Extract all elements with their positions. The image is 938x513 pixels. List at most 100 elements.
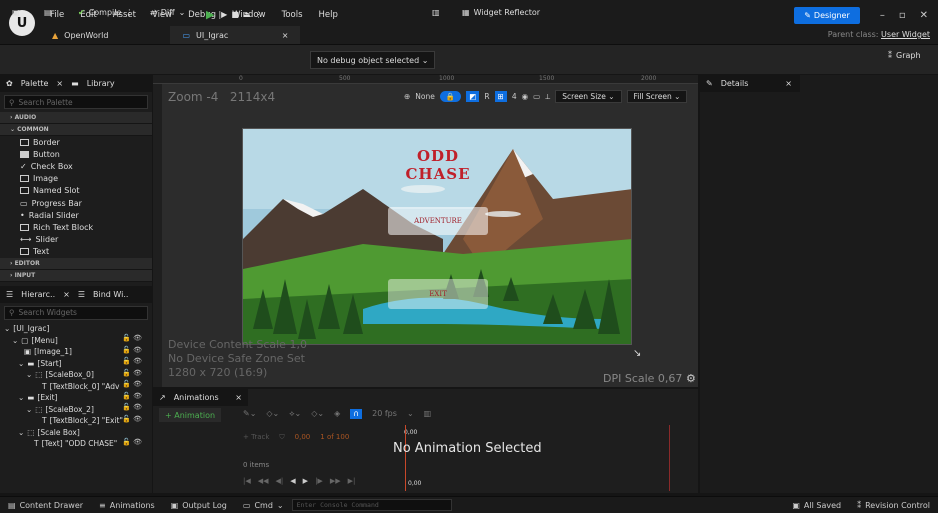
category-editor[interactable]: › EDITOR bbox=[0, 257, 152, 270]
filter-icon[interactable]: ⛉ bbox=[279, 433, 284, 442]
palette-item-slider[interactable]: ⟷ Slider bbox=[0, 234, 152, 246]
tree-row-textblock-0[interactable]: T [TextBlock_0] "Adv 🔓👁 bbox=[0, 380, 152, 392]
flip-icon[interactable]: ⟂ bbox=[545, 92, 550, 102]
stop-icon[interactable]: ■ bbox=[231, 10, 239, 19]
menu-file[interactable]: File bbox=[50, 10, 64, 20]
play-forward-icon[interactable]: ▶ bbox=[303, 477, 308, 485]
animations-drawer-button[interactable]: ≡ Animations bbox=[91, 501, 163, 510]
diff-button[interactable]: ⇄ Diff ⌄ bbox=[150, 8, 185, 17]
palette-item-check-box[interactable]: ✓ Check Box bbox=[0, 160, 152, 172]
hierarchy-search-input[interactable]: ⚲ Search Widgets bbox=[4, 305, 148, 320]
play-reverse-icon[interactable]: ◀ bbox=[290, 477, 295, 485]
revision-control-button[interactable]: ⁑ Revision Control bbox=[849, 501, 938, 510]
game-preview[interactable]: ODD CHASE ADVENTURE EXIT bbox=[242, 128, 632, 345]
eject-icon[interactable]: ⏏ bbox=[243, 10, 251, 19]
lock-visibility-icons[interactable]: 🔓👁 bbox=[122, 392, 144, 400]
tree-row-scalebox-2[interactable]: ⌄ ⬚ [ScaleBox_2] 🔓👁 bbox=[0, 403, 152, 415]
preview-icon[interactable]: ▭ bbox=[533, 92, 540, 101]
play-icon[interactable]: ▶ bbox=[206, 8, 214, 21]
palette-item-text[interactable]: Text bbox=[0, 246, 152, 258]
lock-icon[interactable]: 🔒 bbox=[439, 91, 462, 102]
grid-snap-icon[interactable]: ⊞ bbox=[494, 91, 507, 102]
menu-help[interactable]: Help bbox=[319, 10, 338, 20]
tree-row-menu[interactable]: ⌄ ▢ [Menu] 🔓👁 bbox=[0, 334, 152, 346]
close-animations-icon[interactable]: × bbox=[235, 393, 242, 402]
tree-row-ui-igrac[interactable]: ⌄ [UI_Igrac] bbox=[0, 323, 152, 335]
fill-screen-dropdown[interactable]: Fill Screen ⌄ bbox=[626, 90, 688, 103]
next-key-icon[interactable]: ▶▶ bbox=[330, 477, 341, 485]
tree-row-scalebox-0[interactable]: ⌄ ⬚ [ScaleBox_0] 🔓👁 bbox=[0, 369, 152, 381]
graph-button[interactable]: ⁑ Graph bbox=[888, 51, 921, 60]
cmd-dropdown[interactable]: ▭ Cmd ⌄ bbox=[235, 501, 292, 510]
lock-visibility-icons[interactable]: 🔓👁 bbox=[122, 369, 144, 377]
lock-visibility-icons[interactable]: 🔓👁 bbox=[122, 403, 144, 411]
gear-icon[interactable]: ⚙ bbox=[686, 372, 696, 385]
curve-icon[interactable]: ⟡⌄ bbox=[289, 409, 301, 419]
palette-item-rich-text-block[interactable]: Rich Text Block bbox=[0, 221, 152, 233]
debug-filter-icon[interactable]: ▥ bbox=[432, 8, 440, 17]
close-details-icon[interactable]: × bbox=[785, 79, 792, 88]
step-icon[interactable]: |▶ bbox=[218, 10, 227, 19]
tab-bind-widgets[interactable]: Bind Wi.. bbox=[93, 290, 128, 299]
close-hierarchy-icon[interactable]: × bbox=[63, 290, 70, 299]
close-tab-icon[interactable]: × bbox=[282, 31, 289, 40]
tab-project[interactable]: ▲ OpenWorld bbox=[40, 26, 120, 44]
close-palette-icon[interactable]: × bbox=[56, 79, 63, 88]
palette-item-radial-slider[interactable]: • Radial Slider bbox=[0, 209, 152, 221]
compile-button[interactable]: ✔ Compile ⋮ bbox=[78, 8, 133, 17]
content-drawer-button[interactable]: ▤ Content Drawer bbox=[0, 501, 91, 510]
resize-handle-icon[interactable]: ↘ bbox=[633, 348, 641, 359]
details-tab[interactable]: ✎ Details × bbox=[700, 75, 800, 92]
add-animation-button[interactable]: + Animation bbox=[159, 408, 222, 422]
all-saved-button[interactable]: ▣ All Saved bbox=[784, 501, 849, 510]
respect-locks-toggle[interactable]: R bbox=[484, 92, 489, 101]
close-icon[interactable]: ✕ bbox=[920, 10, 928, 21]
tree-row-image-1[interactable]: ▣ [Image_1] 🔓👁 bbox=[0, 346, 152, 358]
magnet-icon[interactable]: ∩ bbox=[350, 409, 363, 419]
snap-icon[interactable]: ◩ bbox=[466, 91, 480, 102]
outline-icon[interactable]: ◉ bbox=[522, 92, 529, 101]
timeline-icon[interactable]: ▥ bbox=[424, 409, 432, 419]
debug-object-dropdown[interactable]: No debug object selected ⌄ bbox=[310, 51, 436, 69]
menu-tools[interactable]: Tools bbox=[282, 10, 303, 20]
tab-palette[interactable]: Palette bbox=[21, 79, 49, 88]
globe-icon[interactable]: ⊕ bbox=[404, 92, 410, 101]
save-icon[interactable]: ▣ bbox=[12, 8, 20, 17]
skip-end-icon[interactable]: ▶| bbox=[348, 477, 356, 485]
snap-key-icon[interactable]: ◇⌄ bbox=[311, 409, 324, 419]
parent-class-link[interactable]: User Widget bbox=[881, 30, 930, 39]
lock-visibility-icons[interactable]: 🔓👁 bbox=[122, 357, 144, 365]
lock-visibility-icons[interactable]: 🔓👁 bbox=[122, 380, 144, 388]
tab-library[interactable]: Library bbox=[87, 79, 115, 88]
palette-item-border[interactable]: Border bbox=[0, 136, 152, 148]
category-audio[interactable]: › AUDIO bbox=[0, 112, 152, 124]
palette-item-named-slot[interactable]: Named Slot bbox=[0, 185, 152, 197]
lock-visibility-icons[interactable]: 🔓👁 bbox=[122, 415, 144, 423]
palette-search-input[interactable]: ⚲ Search Palette bbox=[4, 95, 148, 109]
tree-row-start[interactable]: ⌄ ▬ [Start] 🔓👁 bbox=[0, 357, 152, 369]
step-forward-icon[interactable]: |▶ bbox=[315, 477, 323, 485]
transform-icon[interactable]: ◇⌄ bbox=[266, 409, 279, 419]
tree-row-textblock-2[interactable]: T [TextBlock_2] "Exit" 🔓👁 bbox=[0, 415, 152, 427]
tree-row-exit[interactable]: ⌄ ▬ [Exit] 🔓👁 bbox=[0, 392, 152, 404]
category-common[interactable]: ⌄ COMMON bbox=[0, 124, 152, 136]
play-options-icon[interactable]: ⋮ bbox=[254, 10, 262, 19]
tab-ui-igrac[interactable]: ▭ UI_Igrac × bbox=[170, 26, 301, 44]
lock-visibility-icons[interactable]: 🔓👁 bbox=[122, 334, 144, 342]
playhead-line[interactable] bbox=[405, 425, 406, 491]
grid-size-value[interactable]: 4 bbox=[512, 92, 517, 101]
palette-item-button[interactable]: Button bbox=[0, 148, 152, 160]
skip-start-icon[interactable]: |◀ bbox=[243, 477, 251, 485]
category-input[interactable]: › INPUT bbox=[0, 269, 152, 282]
exit-button[interactable]: EXIT bbox=[388, 279, 488, 309]
kebab-icon[interactable]: ⋮ bbox=[125, 8, 133, 17]
tree-row-scale-box[interactable]: ⌄ ⬚ [Scale Box] bbox=[0, 426, 152, 438]
console-input[interactable]: Enter Console Command bbox=[291, 499, 452, 511]
output-log-button[interactable]: ▣ Output Log bbox=[163, 501, 235, 510]
widget-reflector-button[interactable]: ▦ Widget Reflector bbox=[462, 8, 540, 17]
adventure-button[interactable]: ADVENTURE bbox=[388, 207, 488, 235]
animations-tab[interactable]: ↗ Animations × bbox=[153, 389, 248, 406]
palette-item-progress-bar[interactable]: ▭ Progress Bar bbox=[0, 197, 152, 209]
auto-key-icon[interactable]: ◈ bbox=[334, 409, 340, 419]
screen-size-dropdown[interactable]: Screen Size ⌄ bbox=[555, 90, 622, 103]
